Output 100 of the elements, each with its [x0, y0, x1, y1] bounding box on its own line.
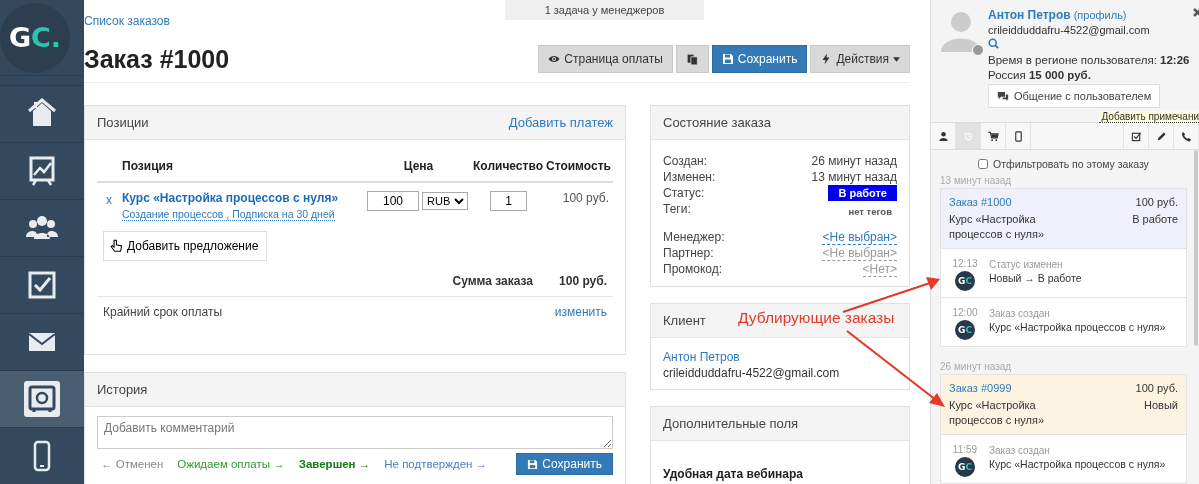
user-name-link[interactable]: Антон Петров: [988, 8, 1071, 22]
select-link[interactable]: <Не выбран>: [822, 229, 897, 245]
scrollbar[interactable]: [1194, 150, 1198, 346]
product-name: Курс «Настройка процессов с нуля»: [949, 398, 1045, 428]
safe-icon[interactable]: [24, 381, 60, 417]
event-text: Новый → В работе: [989, 271, 1083, 286]
currency-select[interactable]: RUB: [422, 192, 468, 210]
panel-title: Позиции: [97, 115, 149, 130]
price-input[interactable]: 100: [367, 191, 419, 211]
field-label: Статус:: [663, 186, 705, 200]
checkbox-icon[interactable]: [1130, 130, 1142, 142]
order-amount: 100 руб.: [1134, 195, 1178, 210]
event-title: Статус изменен: [989, 258, 1064, 271]
logo[interactable]: GC.: [0, 2, 70, 73]
add-note-link[interactable]: Добавить примечани: [1099, 111, 1199, 123]
order-status: В работе: [1132, 212, 1178, 227]
user-email: crileidduddafru-4522@gmail.com: [988, 23, 1151, 38]
cost-text: 100 руб.: [561, 191, 610, 205]
time-ago: 13 минут назад: [940, 175, 1013, 186]
change-link[interactable]: изменить: [554, 305, 607, 319]
column-header: Количество: [472, 159, 544, 175]
add-payment-link[interactable]: Добавить платеж: [508, 115, 613, 130]
field-value: 13 минут назад: [811, 170, 897, 184]
product-name: Курс «Настройка процессов с нуля»: [949, 212, 1045, 242]
product-link[interactable]: Курс «Настройка процессов с нуля»: [122, 191, 339, 205]
search-icon[interactable]: [988, 38, 999, 49]
field-label: Промокод:: [663, 262, 723, 276]
panel-title: Клиент: [663, 313, 706, 328]
status-link[interactable]: ← Отменен: [101, 458, 164, 470]
filter-label: Отфильтровать по этому заказу: [993, 158, 1149, 170]
add-offer-button[interactable]: Добавить предложение: [103, 231, 268, 261]
phone-handset-icon[interactable]: [1180, 130, 1192, 142]
copy-icon: [685, 52, 699, 66]
pointer-hand-icon: [110, 239, 124, 253]
order-amount: 100 руб.: [1135, 381, 1178, 396]
field-label: Создан:: [663, 154, 708, 168]
event-time: 12:13: [952, 258, 978, 269]
chat-button[interactable]: Общение с пользователем: [988, 84, 1161, 108]
total-label: Сумма заказа: [452, 274, 534, 288]
close-icon[interactable]: [1193, 8, 1199, 17]
logo-badge: GC: [955, 271, 975, 291]
order-status: Новый: [1143, 398, 1178, 413]
pencil-icon[interactable]: [1155, 130, 1167, 142]
floppy-icon: [527, 458, 539, 470]
logo-badge: GC: [955, 320, 975, 340]
time-ago: 26 минут назад: [940, 361, 1013, 372]
status-link[interactable]: Не подтвержден →: [384, 458, 488, 470]
payment-page-button[interactable]: Страница оплаты: [538, 45, 673, 73]
mobile-icon[interactable]: [1012, 130, 1024, 142]
select-link[interactable]: <Нет>: [862, 261, 897, 277]
client-email: crileidduddafru-4522@gmail.com: [663, 366, 840, 380]
caret-icon: [893, 56, 900, 62]
user-amount: 15 000 руб.: [1028, 69, 1091, 81]
save-button[interactable]: Сохранить: [711, 45, 808, 73]
copy-button[interactable]: [675, 45, 709, 73]
client-name-link[interactable]: Антон Петров: [663, 350, 740, 364]
total-value: 100 руб.: [559, 274, 607, 288]
checkbox-icon[interactable]: [26, 269, 58, 301]
breadcrumb-link[interactable]: Список заказов: [84, 0, 505, 28]
panel-title: История: [97, 382, 148, 397]
event-time: 12:00: [952, 307, 978, 318]
profile-link[interactable]: (профиль): [1073, 9, 1127, 21]
event-title: Заказ создан: [989, 307, 1051, 320]
panel-title: Состояние заказа: [663, 115, 771, 130]
tasks-banner[interactable]: 1 задача у менеджеров: [505, 0, 704, 20]
event-time: 11:59: [952, 444, 978, 455]
column-header: Позиция: [122, 159, 174, 175]
user-country: Россия: [988, 69, 1026, 81]
logo-badge: GC: [955, 457, 975, 477]
field-value: 26 минут назад: [811, 154, 897, 168]
panel-title: Дополнительные поля: [663, 416, 799, 431]
actions-button[interactable]: Действия: [810, 45, 910, 73]
comment-field[interactable]: Добавить комментарий: [97, 416, 613, 449]
field-label: Теги:: [663, 202, 691, 216]
chat-bubbles-icon: [997, 90, 1009, 102]
save-button[interactable]: Сохранить: [516, 453, 613, 475]
offer-link[interactable]: Создание процессов , Подписка на 30 дней: [122, 208, 335, 221]
cart-icon[interactable]: [987, 130, 999, 142]
deadline-label: Крайний срок оплаты: [103, 305, 223, 319]
floppy-icon: [721, 53, 734, 65]
status-badge: В работе: [828, 185, 897, 201]
annotation-text: Дублирующие заказы: [738, 309, 895, 327]
order-link[interactable]: Заказ #1000: [949, 195, 1127, 210]
event-text: Курс «Настройка процессов с нуля»: [989, 457, 1167, 472]
time-label: Время в регионе пользователя:: [988, 54, 1157, 66]
filter-checkbox[interactable]: [978, 159, 989, 169]
order-link[interactable]: Заказ #0999: [949, 381, 1130, 396]
page-title: Заказ #1000: [84, 44, 230, 74]
column-header: Стоимость: [546, 159, 612, 175]
status-link[interactable]: Ожидаем оплаты →: [177, 458, 285, 470]
field-label: Изменен:: [663, 170, 716, 184]
remove-link[interactable]: x: [97, 191, 122, 207]
quantity-input[interactable]: 1: [490, 191, 527, 211]
field-label: Удобная дата вебинара: [663, 467, 803, 481]
column-header: Цена: [402, 159, 435, 175]
tags-value: нет тегов: [848, 204, 893, 217]
event-title: Заказ создан: [989, 444, 1051, 457]
status-link[interactable]: Завершен →: [298, 458, 371, 470]
person-icon[interactable]: [937, 130, 949, 142]
event-text: Курс «Настройка процессов с нуля»: [989, 320, 1167, 335]
